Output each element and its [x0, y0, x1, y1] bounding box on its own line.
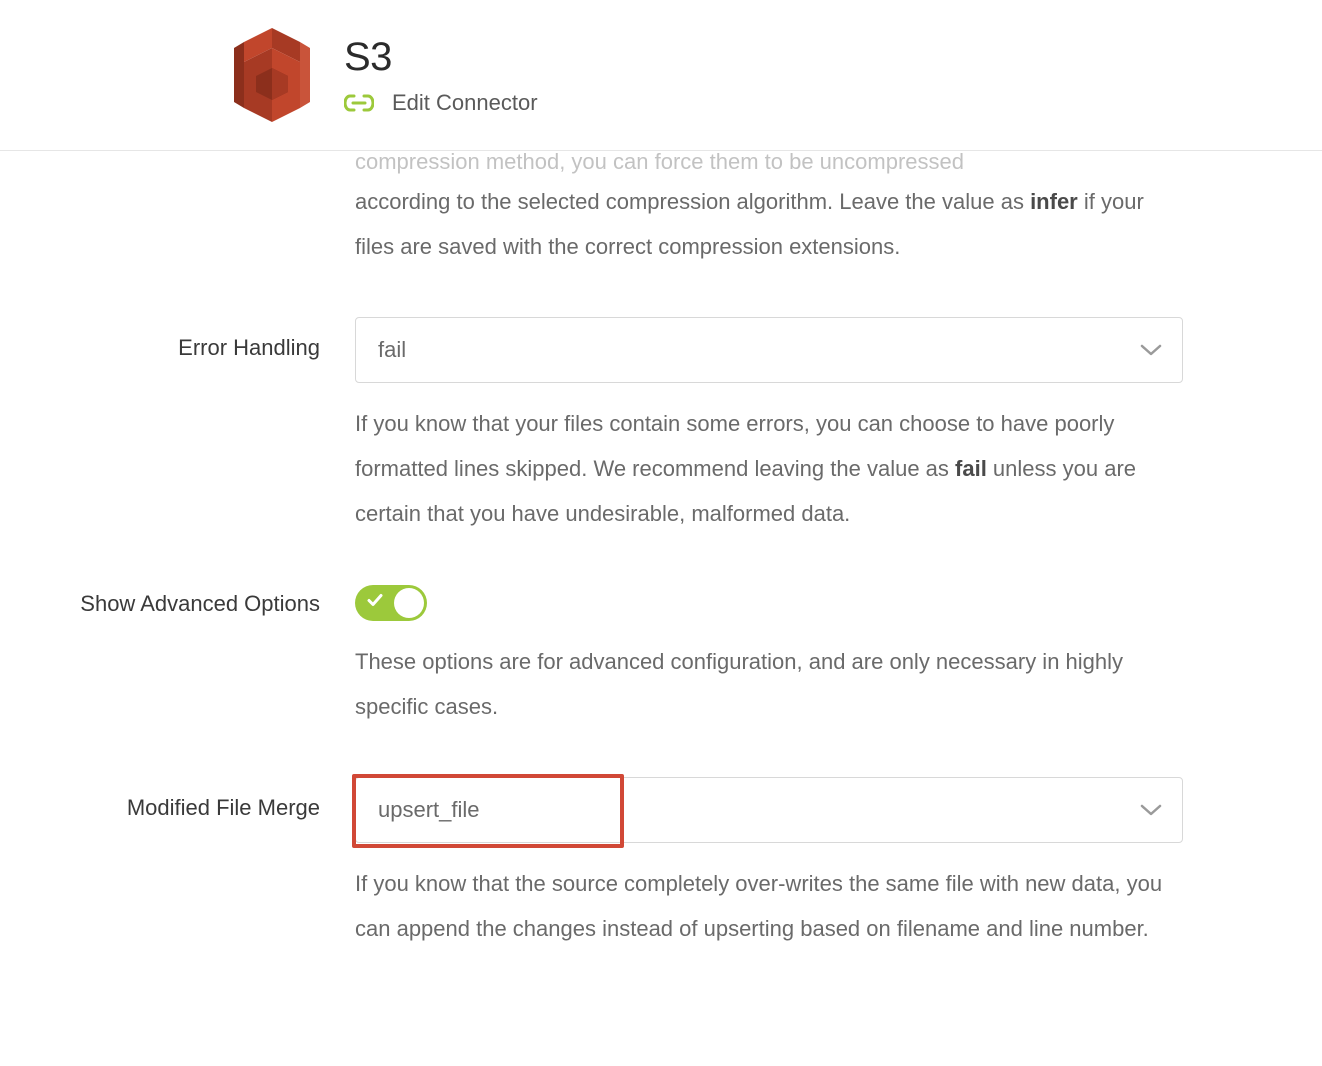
check-icon — [367, 593, 383, 612]
truncated-line-1: compression method, you can force them t… — [355, 145, 1182, 179]
label-error-handling: Error Handling — [0, 317, 355, 361]
header-subtitle-row: Edit Connector — [344, 90, 538, 116]
help-show-advanced: These options are for advanced configura… — [355, 639, 1183, 729]
control-modified-file-merge: upsert_file If you know that the source … — [355, 777, 1183, 951]
edit-connector-link[interactable]: Edit Connector — [392, 90, 538, 116]
toggle-knob — [394, 588, 424, 618]
help-error-handling-bold: fail — [955, 456, 987, 481]
compression-help-bold: infer — [1030, 189, 1078, 214]
form-content: compression method, you can force them t… — [0, 145, 1322, 951]
compression-help-truncated: compression method, you can force them t… — [0, 145, 1322, 269]
label-show-advanced: Show Advanced Options — [0, 585, 355, 620]
help-modified-file-merge: If you know that the source completely o… — [355, 861, 1183, 951]
select-modified-file-merge[interactable]: upsert_file — [355, 777, 1183, 843]
select-modified-file-merge-value: upsert_file — [378, 797, 480, 823]
select-error-handling[interactable]: fail — [355, 317, 1183, 383]
select-error-handling-value: fail — [378, 337, 406, 363]
row-show-advanced: Show Advanced Options These options are … — [0, 585, 1322, 729]
control-error-handling: fail If you know that your files contain… — [355, 317, 1183, 536]
link-icon — [344, 93, 374, 113]
help-error-handling: If you know that your files contain some… — [355, 401, 1183, 536]
page-title: S3 — [344, 35, 538, 80]
chevron-down-icon — [1140, 797, 1162, 823]
label-modified-file-merge: Modified File Merge — [0, 777, 355, 821]
header-text: S3 Edit Connector — [344, 35, 538, 116]
row-modified-file-merge: Modified File Merge upsert_file If you k… — [0, 777, 1322, 951]
row-error-handling: Error Handling fail If you know that you… — [0, 317, 1322, 536]
control-show-advanced: These options are for advanced configura… — [355, 585, 1183, 729]
toggle-show-advanced[interactable] — [355, 585, 427, 621]
s3-icon — [230, 28, 314, 122]
chevron-down-icon — [1140, 337, 1162, 363]
page-header: S3 Edit Connector — [0, 0, 1322, 151]
compression-help-rest: according to the selected compression al… — [355, 179, 1182, 269]
compression-help-pre: according to the selected compression al… — [355, 189, 1030, 214]
